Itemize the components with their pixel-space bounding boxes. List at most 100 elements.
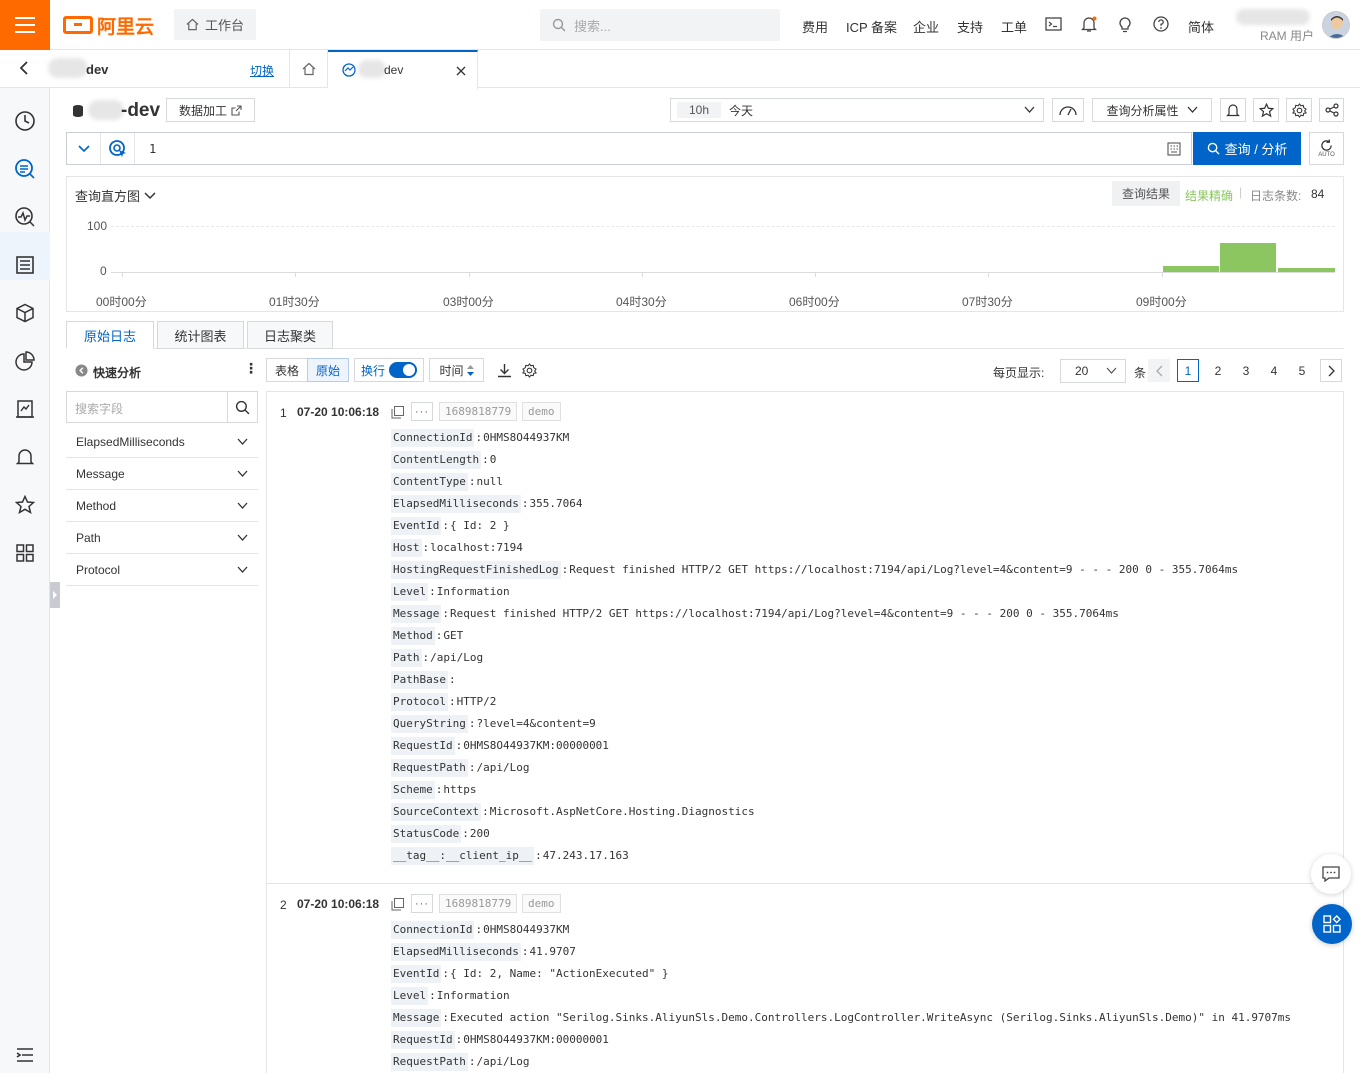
query-analysis-properties-dropdown[interactable]: 查询分析属性: [1092, 98, 1212, 122]
per-page-select[interactable]: 20: [1060, 359, 1126, 383]
log-field-key[interactable]: RequestPath: [391, 1052, 468, 1071]
favorite-button[interactable]: [1253, 98, 1279, 122]
log-field-key[interactable]: RequestPath: [391, 758, 468, 777]
log-field-value[interactable]: Executed action "Serilog.Sinks.AliyunSls…: [450, 1011, 1291, 1024]
home-tab[interactable]: [289, 50, 328, 88]
switch-project-link[interactable]: 切换: [250, 62, 274, 79]
log-field-key[interactable]: Level: [391, 986, 429, 1005]
bell-icon[interactable]: [1080, 15, 1098, 33]
field-item[interactable]: Method: [66, 490, 258, 522]
list-icon[interactable]: [13, 253, 37, 277]
log-field-key[interactable]: Level: [391, 582, 429, 601]
time-range-selector[interactable]: 10h 今天: [670, 98, 1044, 122]
log-field-key[interactable]: EventId: [391, 964, 442, 983]
more-actions-button[interactable]: ···: [411, 402, 433, 421]
close-icon[interactable]: [456, 66, 466, 76]
log-field-value[interactable]: 0HMS8O44937KM: [483, 431, 569, 444]
report-icon[interactable]: [13, 397, 37, 421]
clock-icon[interactable]: [13, 109, 37, 133]
log-field-value[interactable]: 0: [490, 453, 497, 466]
log-field-value[interactable]: Microsoft.AspNetCore.Hosting.Diagnostics: [490, 805, 755, 818]
prev-page-button[interactable]: [1148, 359, 1170, 382]
log-field-value[interactable]: Request finished HTTP/2 GET https://loca…: [569, 563, 1238, 576]
nav-ticket[interactable]: 工单: [1001, 17, 1027, 36]
log-field-value[interactable]: /api/Log: [476, 1055, 529, 1068]
copy-icon[interactable]: [391, 406, 404, 419]
log-source-tag[interactable]: 1689818779: [439, 402, 518, 421]
field-search-input[interactable]: 搜索字段: [66, 391, 258, 423]
nav-fees[interactable]: 费用: [802, 17, 828, 36]
download-icon[interactable]: [497, 363, 512, 378]
copy-icon[interactable]: [391, 898, 404, 911]
log-field-value[interactable]: /api/Log: [430, 651, 483, 664]
copilot-button[interactable]: [101, 133, 135, 164]
page-4[interactable]: 4: [1263, 359, 1285, 382]
log-field-key[interactable]: Message: [391, 604, 442, 623]
hamburger-menu-icon[interactable]: [0, 0, 50, 50]
log-field-value[interactable]: https: [443, 783, 476, 796]
log-field-value[interactable]: 47.243.17.163: [543, 849, 629, 862]
time-sort-button[interactable]: 时间: [429, 358, 484, 382]
log-topic-tag[interactable]: demo: [522, 402, 561, 421]
auto-refresh-button[interactable]: AUTO: [1309, 132, 1344, 165]
field-search-button[interactable]: [227, 392, 257, 422]
monitor-icon[interactable]: [13, 205, 37, 229]
alert-button[interactable]: [1220, 98, 1246, 122]
apps-float-button[interactable]: [1312, 904, 1352, 944]
wrap-toggle[interactable]: 换行: [354, 358, 424, 382]
share-button[interactable]: [1319, 98, 1344, 122]
field-item[interactable]: Message: [66, 458, 258, 490]
tab-log-cluster[interactable]: 日志聚类: [247, 321, 333, 349]
log-field-key[interactable]: RequestId: [391, 736, 455, 755]
more-options-icon[interactable]: ⋮: [244, 360, 258, 377]
page-3[interactable]: 3: [1235, 359, 1257, 382]
log-field-value[interactable]: Request finished HTTP/2 GET https://loca…: [450, 607, 1119, 620]
field-item[interactable]: Protocol: [66, 554, 258, 586]
log-field-key[interactable]: ContentLength: [391, 450, 482, 469]
global-search-input[interactable]: 搜索...: [540, 9, 780, 41]
log-field-value[interactable]: 0HMS8O44937KM:00000001: [463, 1033, 609, 1046]
log-field-key[interactable]: SourceContext: [391, 802, 482, 821]
data-processing-button[interactable]: 数据加工: [166, 98, 255, 122]
log-field-key[interactable]: __tag__:__client_ip__: [391, 846, 535, 865]
package-icon[interactable]: [13, 301, 37, 325]
avatar[interactable]: [1322, 11, 1350, 39]
log-field-key[interactable]: ElapsedMilliseconds: [391, 942, 521, 961]
settings-button[interactable]: [1286, 98, 1312, 122]
log-field-key[interactable]: Path: [391, 648, 422, 667]
log-field-key[interactable]: HostingRequestFinishedLog: [391, 560, 561, 579]
keyboard-icon[interactable]: [1167, 142, 1181, 156]
pie-chart-icon[interactable]: [13, 349, 37, 373]
refresh-speed-button[interactable]: [1052, 98, 1084, 122]
log-field-key[interactable]: PathBase: [391, 670, 448, 689]
log-field-value[interactable]: { Id: 2 }: [450, 519, 510, 532]
nav-support[interactable]: 支持: [957, 17, 983, 36]
field-item[interactable]: ElapsedMilliseconds: [66, 426, 258, 458]
log-field-value[interactable]: localhost:7194: [430, 541, 523, 554]
gear-icon[interactable]: [522, 363, 537, 378]
log-field-key[interactable]: ConnectionId: [391, 920, 475, 939]
raw-view-button[interactable]: 原始: [307, 358, 349, 382]
query-analyze-button[interactable]: 查询 / 分析: [1193, 132, 1301, 165]
tab-raw-logs[interactable]: 原始日志: [66, 321, 154, 349]
log-field-key[interactable]: ConnectionId: [391, 428, 475, 447]
star-icon[interactable]: [13, 493, 37, 517]
feedback-button[interactable]: [1311, 854, 1351, 894]
next-page-button[interactable]: [1320, 359, 1342, 382]
query-history-toggle[interactable]: [67, 133, 101, 164]
log-source-tag[interactable]: 1689818779: [439, 894, 518, 913]
log-field-key[interactable]: Message: [391, 1008, 442, 1027]
help-icon[interactable]: [1152, 15, 1170, 33]
more-actions-button[interactable]: ···: [411, 894, 433, 913]
log-field-value[interactable]: ?level=4&content=9: [476, 717, 595, 730]
log-field-value[interactable]: { Id: 2, Name: "ActionExecuted" }: [450, 967, 669, 980]
log-field-value[interactable]: 0HMS8O44937KM:00000001: [463, 739, 609, 752]
table-view-button[interactable]: 表格: [266, 358, 308, 382]
apps-grid-icon[interactable]: [13, 541, 37, 565]
nav-enterprise[interactable]: 企业: [913, 17, 939, 36]
log-field-key[interactable]: Method: [391, 626, 435, 645]
field-item[interactable]: Path: [66, 522, 258, 554]
log-field-value[interactable]: Information: [437, 989, 510, 1002]
log-field-value[interactable]: Information: [437, 585, 510, 598]
log-field-value[interactable]: 355.7064: [529, 497, 582, 510]
